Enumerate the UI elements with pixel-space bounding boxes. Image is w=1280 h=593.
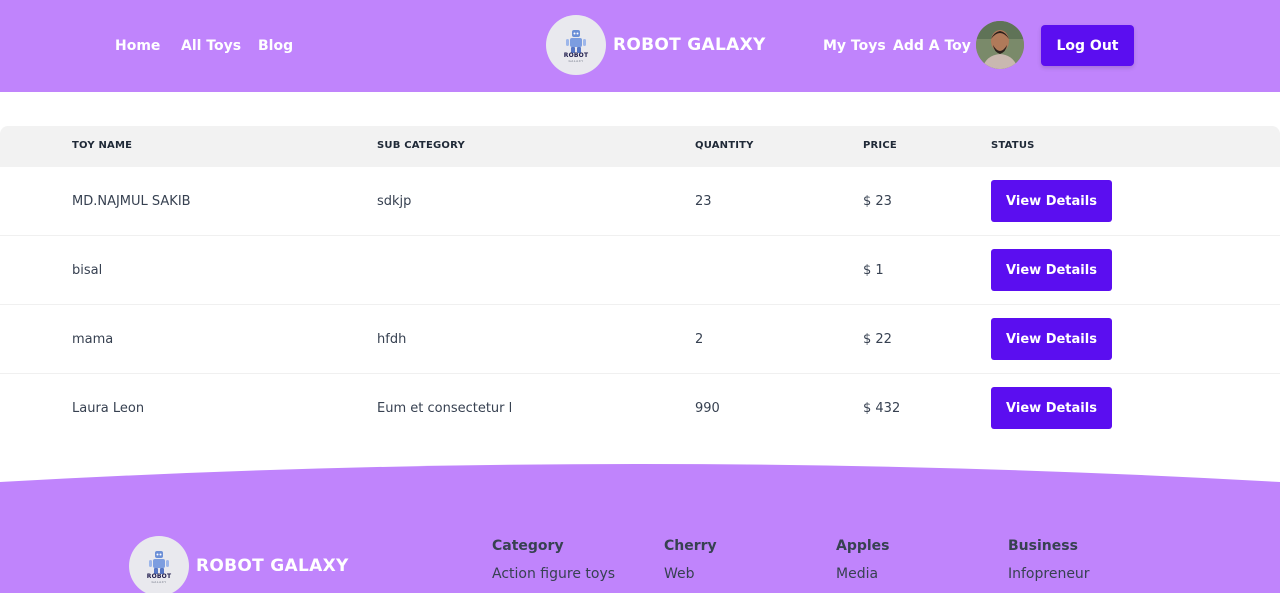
toy-name-cell: MD.NAJMUL SAKIB bbox=[72, 194, 191, 209]
footer-brand[interactable]: ROBOT GALAXY ROBOT GALAXY bbox=[129, 536, 349, 593]
logo-subword: GALAXY bbox=[568, 58, 584, 63]
table-row: mama hfdh 2 $ 22 View Details bbox=[0, 305, 1280, 374]
logo-word: ROBOT bbox=[563, 51, 589, 59]
logout-button[interactable]: Log Out bbox=[1041, 25, 1134, 66]
robot-logo-icon: ROBOT GALAXY bbox=[546, 15, 606, 75]
site-header: Home All Toys Blog ROBOT GALAXY ROBOT GA… bbox=[0, 0, 1280, 92]
footer-column-title-category: Category bbox=[492, 538, 564, 554]
nav-blog-link[interactable]: Blog bbox=[258, 36, 293, 56]
sub-category-cell: Eum et consectetur l bbox=[377, 401, 513, 416]
column-header-quantity: QUANTITY bbox=[695, 140, 754, 151]
logo-subword: GALAXY bbox=[151, 579, 167, 584]
price-cell: $ 22 bbox=[863, 332, 892, 347]
user-avatar[interactable] bbox=[976, 21, 1024, 69]
column-header-price: PRICE bbox=[863, 140, 897, 151]
my-toys-table: TOY NAME SUB CATEGORY QUANTITY PRICE STA… bbox=[0, 126, 1280, 443]
toy-name-cell: Laura Leon bbox=[72, 401, 145, 416]
nav-add-toy-link[interactable]: Add A Toy bbox=[893, 36, 971, 56]
quantity-cell: 23 bbox=[695, 194, 712, 209]
column-header-sub-category: SUB CATEGORY bbox=[377, 140, 465, 151]
robot-logo-icon: ROBOT GALAXY bbox=[129, 536, 189, 593]
toy-name-cell: bisal bbox=[72, 263, 103, 278]
price-cell: $ 23 bbox=[863, 194, 892, 209]
brand-name: ROBOT GALAXY bbox=[613, 35, 766, 55]
footer-brand-name: ROBOT GALAXY bbox=[196, 556, 349, 576]
view-details-button[interactable]: View Details bbox=[991, 180, 1112, 222]
nav-my-toys-link[interactable]: My Toys bbox=[823, 36, 886, 56]
table-row: bisal $ 1 View Details bbox=[0, 236, 1280, 305]
quantity-cell: 990 bbox=[695, 401, 720, 416]
footer-column-title-business: Business bbox=[1008, 538, 1078, 554]
view-details-button[interactable]: View Details bbox=[991, 249, 1112, 291]
logo-word: ROBOT bbox=[146, 572, 172, 580]
footer-link-action-figure-toys[interactable]: Action figure toys bbox=[492, 566, 615, 582]
sub-category-cell: hfdh bbox=[377, 332, 407, 347]
nav-all-toys-link[interactable]: All Toys bbox=[181, 36, 241, 56]
nav-home-link[interactable]: Home bbox=[115, 36, 160, 56]
view-details-button[interactable]: View Details bbox=[991, 387, 1112, 429]
price-cell: $ 1 bbox=[863, 263, 884, 278]
sub-category-cell: sdkjp bbox=[377, 194, 412, 209]
brand-logo-link[interactable]: ROBOT GALAXY ROBOT GALAXY bbox=[546, 15, 766, 75]
toy-name-cell: mama bbox=[72, 332, 114, 347]
footer-link-infopreneur[interactable]: Infopreneur bbox=[1008, 566, 1090, 582]
table-row: Laura Leon Eum et consectetur l 990 $ 43… bbox=[0, 374, 1280, 443]
footer-link-media[interactable]: Media bbox=[836, 566, 878, 582]
price-cell: $ 432 bbox=[863, 401, 901, 416]
footer-column-title-apples: Apples bbox=[836, 538, 890, 554]
table-row: MD.NAJMUL SAKIB sdkjp 23 $ 23 View Detai… bbox=[0, 167, 1280, 236]
view-details-button[interactable]: View Details bbox=[991, 318, 1112, 360]
column-header-toy-name: TOY NAME bbox=[72, 140, 133, 151]
footer-column-title-cherry: Cherry bbox=[664, 538, 717, 554]
quantity-cell: 2 bbox=[695, 332, 704, 347]
column-header-status: STATUS bbox=[991, 140, 1035, 151]
table-header-row: TOY NAME SUB CATEGORY QUANTITY PRICE STA… bbox=[0, 126, 1280, 167]
footer-link-web[interactable]: Web bbox=[664, 566, 695, 582]
